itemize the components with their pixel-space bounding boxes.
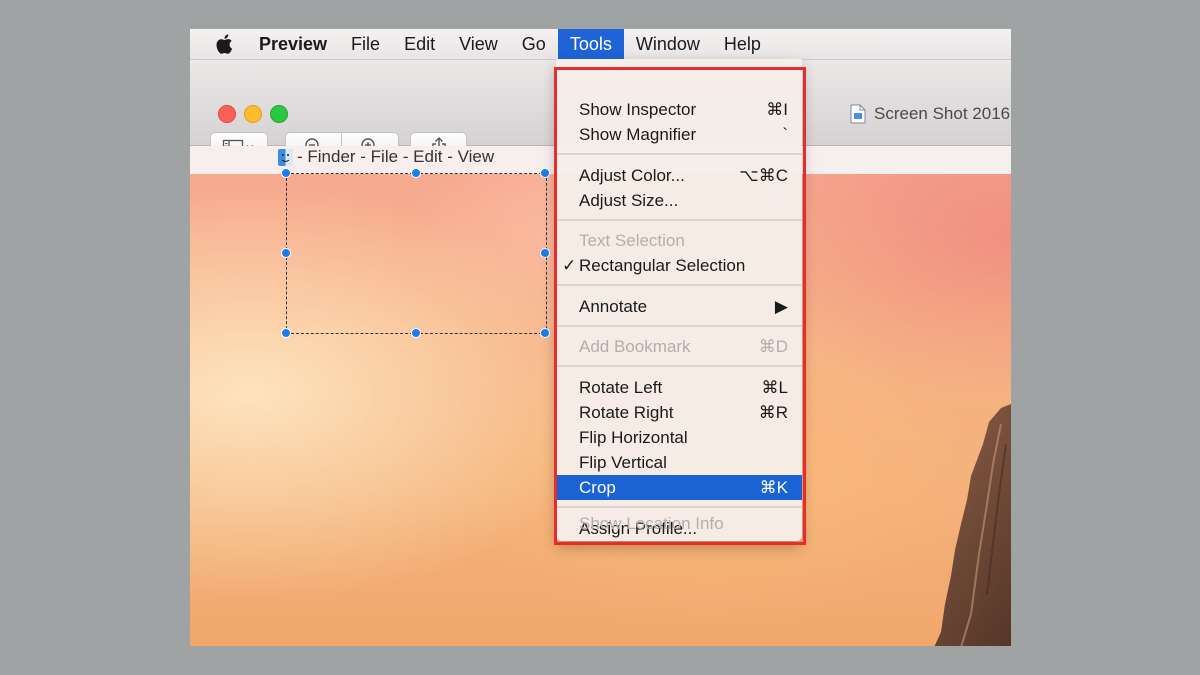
menu-item-flip-horizontal[interactable]: Flip Horizontal — [556, 425, 802, 450]
menu-item-show-location-info-row: Show Location Info — [579, 514, 724, 533]
menu-separator — [556, 284, 802, 286]
menu-item-adjust-color[interactable]: Adjust Color... ⌥⌘C — [556, 163, 802, 188]
menu-preview[interactable]: Preview — [257, 29, 339, 59]
menu-separator — [556, 325, 802, 327]
finder-strip-text: - Finder - File - Edit - View — [297, 147, 495, 166]
submenu-arrow-icon: ▶ — [774, 297, 788, 316]
selection-handle-top-right[interactable] — [540, 168, 550, 178]
menu-item-annotate[interactable]: Annotate ▶ — [556, 294, 802, 319]
selection-handle-bottom-left[interactable] — [281, 328, 291, 338]
tools-menu: Show Inspector ⌘I Show Magnifier ` Adjus… — [556, 59, 802, 541]
minimize-window-button[interactable] — [244, 105, 262, 123]
menu-item-add-bookmark: Add Bookmark ⌘D — [579, 337, 788, 356]
finder-icon — [278, 148, 293, 166]
menu-go[interactable]: Go — [510, 29, 558, 59]
menu-item-flip-vertical[interactable]: Flip Vertical — [556, 450, 802, 475]
menu-item-show-inspector[interactable]: Show Inspector ⌘I — [556, 97, 802, 122]
menu-separator — [556, 365, 802, 367]
menu-item-rectangular-selection[interactable]: ✓ Rectangular Selection — [556, 253, 802, 278]
menu-bar: Preview File Edit View Go Tools Window H… — [190, 29, 1011, 60]
menu-item-rotate-left[interactable]: Rotate Left ⌘L — [556, 375, 802, 400]
menu-item-show-magnifier[interactable]: Show Magnifier ` — [556, 122, 802, 147]
menu-item-rotate-right[interactable]: Rotate Right ⌘R — [556, 400, 802, 425]
rectangular-selection[interactable] — [281, 168, 550, 338]
menu-separator — [556, 506, 802, 508]
close-window-button[interactable] — [218, 105, 236, 123]
selection-handle-top[interactable] — [411, 168, 421, 178]
zoom-window-button[interactable] — [270, 105, 288, 123]
menu-help[interactable]: Help — [712, 29, 773, 59]
document-title: Screen Shot 2016 — [850, 104, 1010, 124]
menu-separator — [556, 153, 802, 155]
menu-item-adjust-size[interactable]: Adjust Size... — [556, 188, 802, 213]
apple-icon[interactable] — [215, 33, 237, 55]
checkmark-icon: ✓ — [562, 256, 577, 275]
menu-item-crop[interactable]: Crop ⌘K — [556, 475, 802, 500]
menu-window[interactable]: Window — [624, 29, 712, 59]
document-icon — [850, 104, 866, 124]
menu-item-text-selection: Text Selection — [579, 231, 685, 250]
menu-tools[interactable]: Tools — [557, 29, 624, 59]
selection-handle-bottom[interactable] — [411, 328, 421, 338]
selection-handle-right[interactable] — [540, 248, 550, 258]
cliff-image — [934, 404, 1011, 646]
selection-handle-left[interactable] — [281, 248, 291, 258]
finder-strip: - Finder - File - Edit - View — [278, 147, 494, 167]
screen: Preview File Edit View Go Tools Window H… — [190, 29, 1011, 646]
menu-file[interactable]: File — [339, 29, 392, 59]
selection-handle-top-left[interactable] — [281, 168, 291, 178]
menu-edit[interactable]: Edit — [392, 29, 447, 59]
document-title-text: Screen Shot 2016 — [874, 104, 1011, 123]
menu-separator — [556, 219, 802, 221]
selection-handle-bottom-right[interactable] — [540, 328, 550, 338]
menu-view[interactable]: View — [447, 29, 510, 59]
